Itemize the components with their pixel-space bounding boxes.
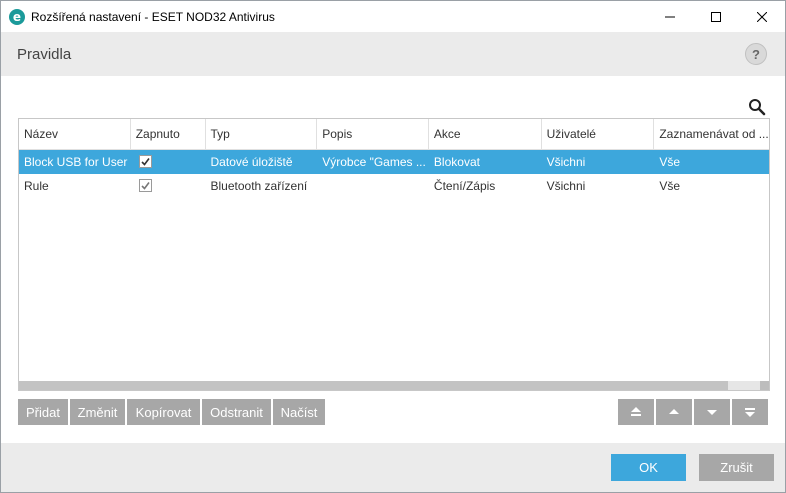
table-header: Název Zapnuto Typ Popis Akce Uživatelé Z… (19, 119, 769, 150)
add-button[interactable]: Přidat (18, 399, 68, 425)
cell-users: Všichni (546, 155, 586, 169)
content-area: Název Zapnuto Typ Popis Akce Uživatelé Z… (1, 76, 785, 443)
ok-button[interactable]: OK (611, 454, 686, 481)
cell-name: Block USB for User (24, 155, 128, 169)
help-icon: ? (752, 46, 760, 62)
move-buttons (618, 399, 768, 425)
edit-button[interactable]: Změnit (70, 399, 125, 425)
window-title: Rozšířená nastavení - ESET NOD32 Antivir… (31, 9, 275, 24)
table-row[interactable]: Block USB for User Datové úložiště Výrob… (19, 150, 769, 174)
cell-action: Čtení/Zápis (433, 179, 496, 193)
move-up-button[interactable] (656, 399, 692, 425)
dialog-window: e Rozšířená nastavení - ESET NOD32 Antiv… (0, 0, 786, 493)
checkmark-icon (141, 182, 150, 190)
enabled-checkbox[interactable] (138, 155, 152, 168)
eset-logo-icon: e (9, 8, 25, 25)
search-button[interactable] (746, 96, 768, 118)
move-down-button[interactable] (694, 399, 730, 425)
cell-description (317, 174, 429, 198)
cell-type: Bluetooth zařízení (210, 179, 308, 193)
double-chevron-up-icon (631, 407, 641, 416)
page-header: Pravidla ? (1, 32, 785, 76)
rules-table: Název Zapnuto Typ Popis Akce Uživatelé Z… (18, 118, 770, 391)
move-top-button[interactable] (618, 399, 654, 425)
minimize-icon (665, 16, 675, 17)
maximize-button[interactable] (693, 1, 739, 32)
dialog-footer: OK Zrušit (1, 443, 785, 492)
scrollbar-thumb[interactable] (19, 381, 728, 390)
move-bottom-button[interactable] (732, 399, 768, 425)
column-header-type[interactable]: Typ (206, 119, 318, 150)
double-chevron-down-icon (745, 408, 755, 417)
load-button[interactable]: Načíst (273, 399, 325, 425)
title-bar: e Rozšířená nastavení - ESET NOD32 Antiv… (1, 1, 785, 32)
horizontal-scrollbar[interactable] (19, 381, 769, 390)
column-header-enabled[interactable]: Zapnuto (131, 119, 206, 150)
search-icon (749, 99, 766, 116)
cell-enabled (131, 174, 206, 198)
rule-action-buttons: Přidat Změnit Kopírovat Odstranit Načíst (18, 399, 325, 425)
checkmark-icon (141, 158, 150, 166)
cell-action: Blokovat (433, 155, 480, 169)
help-button[interactable]: ? (745, 43, 767, 65)
column-header-action[interactable]: Akce (429, 119, 542, 150)
cell-log: Vše (659, 179, 681, 193)
chevron-up-icon (669, 409, 679, 414)
cancel-button[interactable]: Zrušit (699, 454, 774, 481)
window-controls (647, 1, 785, 32)
column-header-description[interactable]: Popis (317, 119, 429, 150)
cell-description: Výrobce "Games ... (322, 155, 426, 169)
cell-type: Datové úložiště (210, 155, 293, 169)
cell-log: Vše (659, 155, 681, 169)
cell-users: Všichni (546, 179, 586, 193)
maximize-icon (711, 11, 721, 22)
remove-button[interactable]: Odstranit (202, 399, 271, 425)
cell-enabled (131, 150, 206, 174)
column-header-log[interactable]: Zaznamenávat od ... (654, 119, 769, 150)
close-icon (757, 11, 767, 22)
close-button[interactable] (739, 1, 785, 32)
column-header-users[interactable]: Uživatelé (542, 119, 655, 150)
minimize-button[interactable] (647, 1, 693, 32)
enabled-checkbox[interactable] (138, 179, 152, 192)
table-row[interactable]: Rule Bluetooth zařízení Čtení/Zápis Všic… (19, 174, 769, 198)
chevron-down-icon (707, 410, 717, 415)
page-title: Pravidla (17, 45, 72, 63)
column-header-name[interactable]: Název (19, 119, 131, 150)
copy-button[interactable]: Kopírovat (127, 399, 200, 425)
scrollbar-corner (760, 381, 769, 390)
cell-name: Rule (24, 179, 49, 193)
logo-letter: e (12, 9, 22, 24)
